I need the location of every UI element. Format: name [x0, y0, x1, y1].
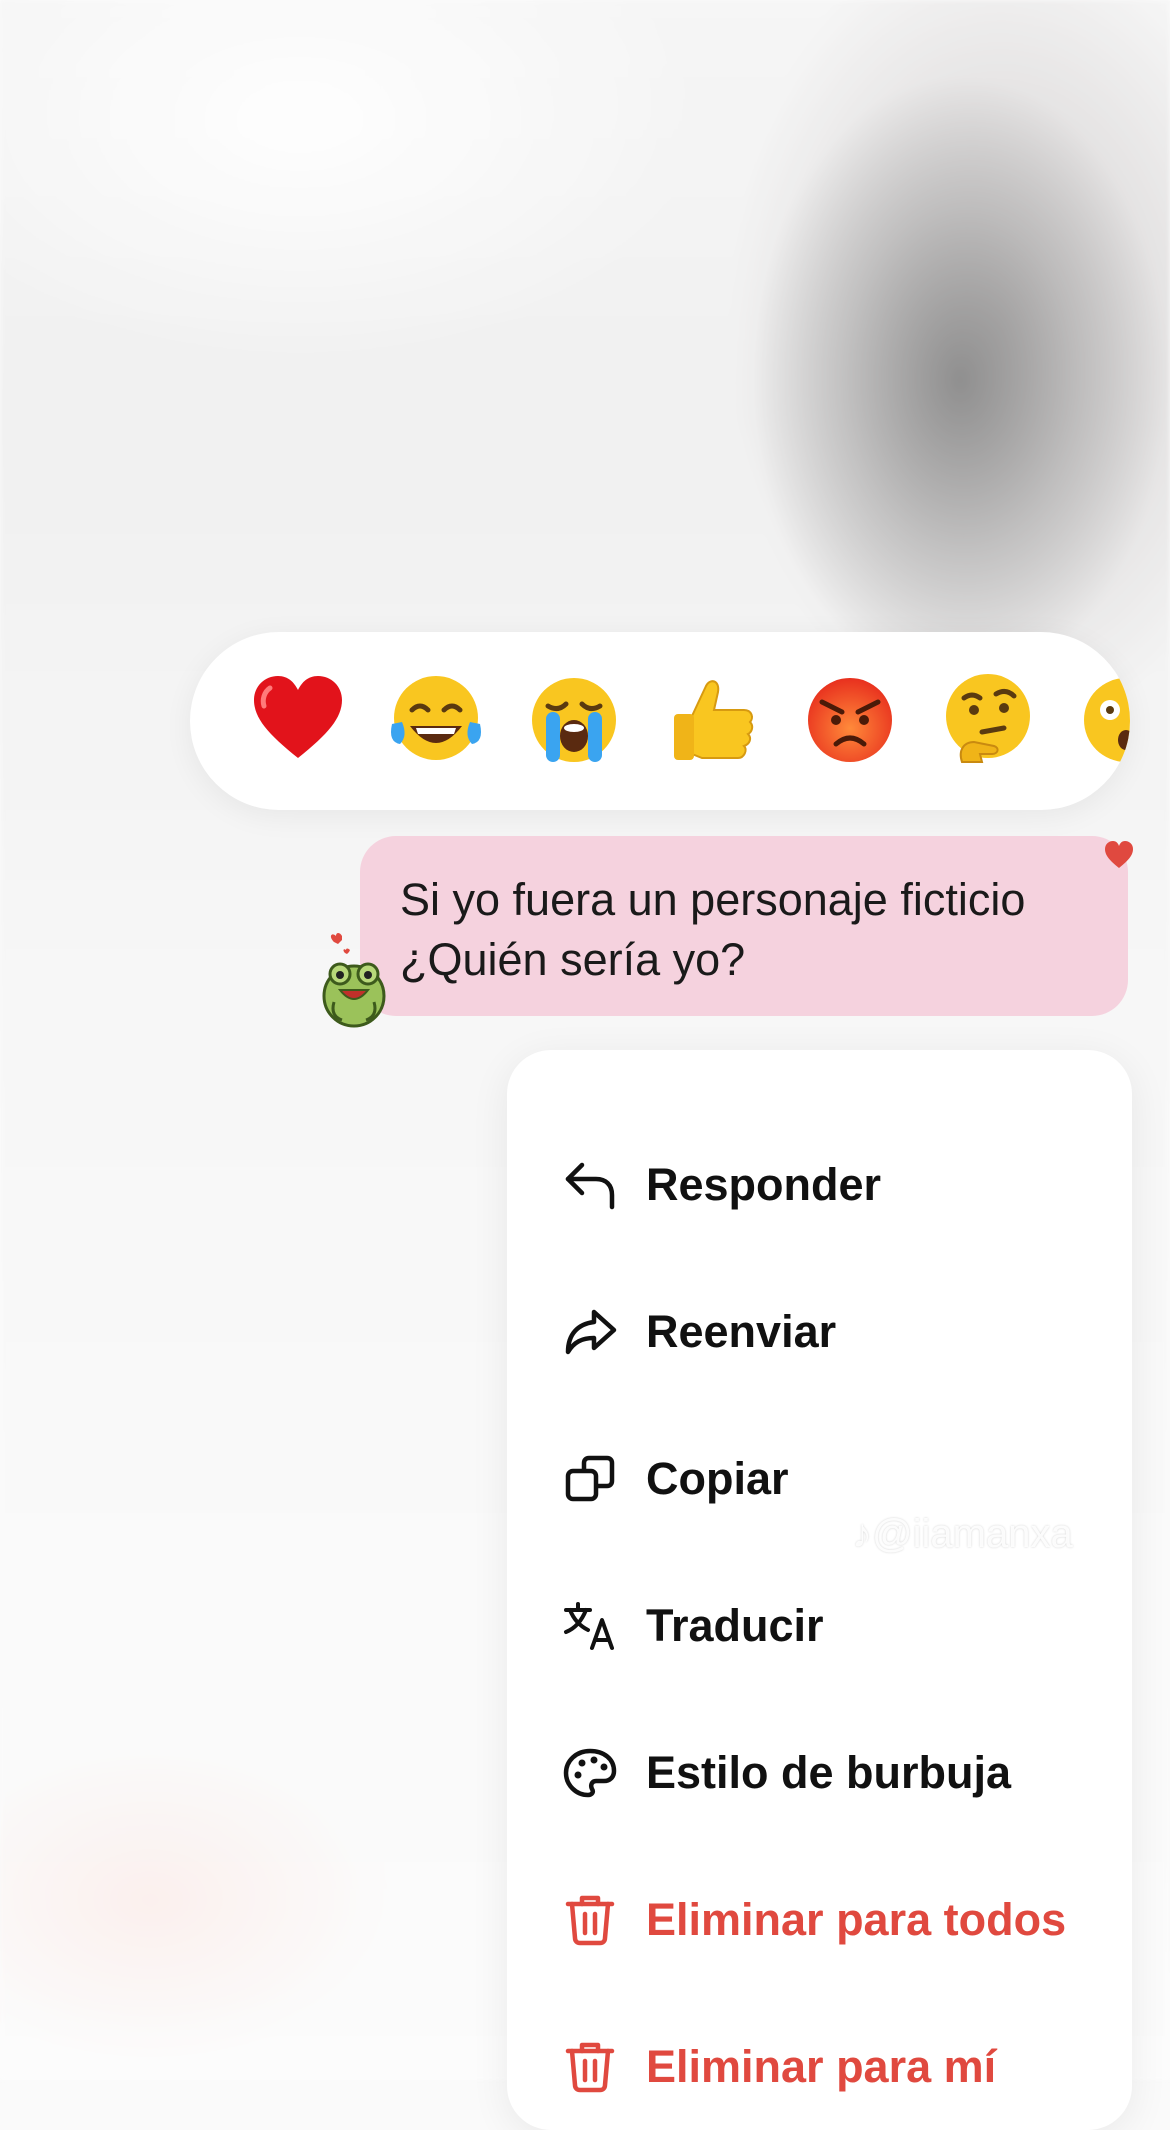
loudly-crying-emoji[interactable] — [524, 670, 624, 770]
trash-icon — [562, 2039, 618, 2095]
message-bubble[interactable]: Si yo fuera un personaje ficticio ¿Quién… — [360, 836, 1128, 1016]
red-heart-emoji[interactable] — [248, 670, 348, 770]
translate-icon — [562, 1598, 618, 1654]
menu-item-eliminar-para-todos[interactable]: Eliminar para todos — [507, 1865, 1132, 1975]
palette-icon — [562, 1745, 618, 1801]
astonished-face-emoji[interactable] — [1076, 670, 1130, 770]
menu-item-label: Estilo de burbuja — [646, 1747, 1012, 1798]
message-context-menu: Responder Reenviar Copiar Traducir Estil… — [507, 1050, 1132, 2130]
menu-item-label: Eliminar para todos — [646, 1894, 1067, 1945]
reaction-bar — [190, 632, 1130, 810]
menu-item-label: Reenviar — [646, 1306, 837, 1357]
tears-of-joy-emoji[interactable] — [386, 670, 486, 770]
menu-item-reenviar[interactable]: Reenviar — [507, 1277, 1132, 1387]
trash-icon — [562, 1892, 618, 1948]
thumbs-up-emoji[interactable] — [662, 670, 762, 770]
angry-face-emoji[interactable] — [800, 670, 900, 770]
menu-item-estilo-de-burbuja[interactable]: Estilo de burbuja — [507, 1718, 1132, 1828]
heart-reaction-icon — [1105, 841, 1133, 868]
menu-item-label: Traducir — [646, 1600, 824, 1651]
thinking-face-emoji[interactable] — [938, 670, 1038, 770]
message-line-2: ¿Quién sería yo? — [400, 934, 746, 985]
menu-item-traducir[interactable]: Traducir — [507, 1571, 1132, 1681]
reply-icon — [562, 1157, 618, 1213]
menu-item-responder[interactable]: Responder — [507, 1130, 1132, 1240]
message-line-1: Si yo fuera un personaje ficticio — [400, 874, 1026, 925]
watermark: ♪@iiamanxa — [852, 1512, 1073, 1556]
menu-item-label: Eliminar para mí — [646, 2041, 997, 2092]
menu-item-eliminar-para-mi[interactable]: Eliminar para mí — [507, 2012, 1132, 2122]
menu-item-label: Copiar — [646, 1453, 789, 1504]
copy-icon — [562, 1451, 618, 1507]
forward-icon — [562, 1304, 618, 1360]
frog-sticker-icon — [322, 933, 386, 1028]
menu-item-label: Responder — [646, 1159, 882, 1210]
